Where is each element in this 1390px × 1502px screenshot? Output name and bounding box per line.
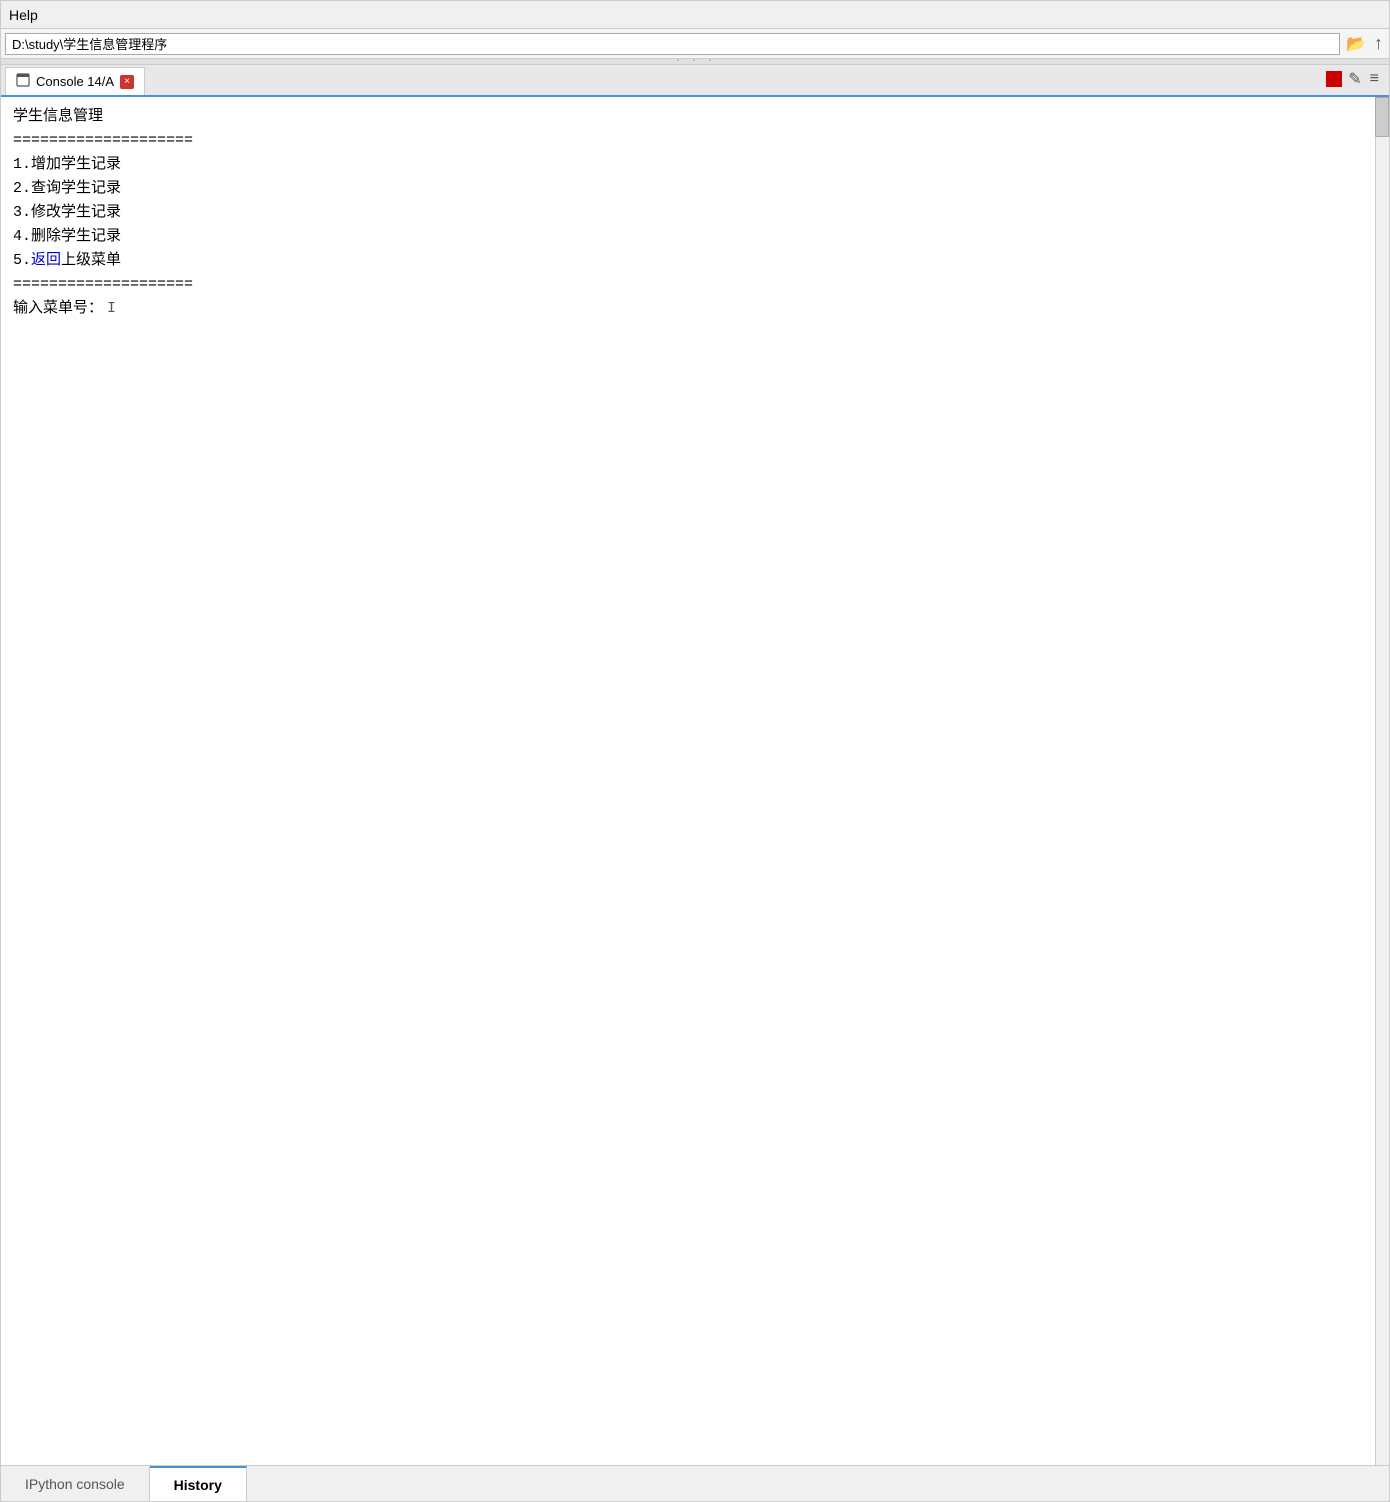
console-line: 3.修改学生记录 bbox=[13, 201, 1369, 225]
menu-bar-title[interactable]: Help bbox=[9, 7, 38, 23]
navigate-up-icon: ↑ bbox=[1374, 33, 1383, 54]
menu-bar: Help bbox=[1, 1, 1389, 29]
navigate-up-button[interactable]: ↑ bbox=[1372, 31, 1385, 56]
path-bar: 📂 ↑ bbox=[1, 29, 1389, 59]
bottom-tab-bar: IPython console History bbox=[1, 1465, 1389, 1501]
main-window: Help 📂 ↑ · · · Console 14/A × bbox=[0, 0, 1390, 1502]
text-cursor: I bbox=[107, 297, 116, 321]
console-content: 学生信息管理====================1.增加学生记录2.查询学生… bbox=[13, 105, 1369, 321]
tab-close-button[interactable]: × bbox=[120, 75, 134, 89]
console-line: 输入菜单号：I bbox=[13, 297, 1369, 321]
console-area[interactable]: 学生信息管理====================1.增加学生记录2.查询学生… bbox=[1, 97, 1389, 1465]
bottom-tab-ipython[interactable]: IPython console bbox=[1, 1466, 150, 1501]
console-tab-label: Console 14/A bbox=[36, 74, 114, 89]
scrollbar-thumb[interactable] bbox=[1375, 97, 1389, 137]
edit-button[interactable]: ✎ bbox=[1346, 67, 1363, 91]
path-input[interactable] bbox=[5, 33, 1340, 55]
open-folder-button[interactable]: 📂 bbox=[1344, 32, 1368, 56]
tab-bar: Console 14/A × ✎ ≡ bbox=[1, 65, 1389, 97]
console-line: ==================== bbox=[13, 129, 1369, 153]
console-line: 4.删除学生记录 bbox=[13, 225, 1369, 249]
console-line: 1.增加学生记录 bbox=[13, 153, 1369, 177]
bottom-tab-history[interactable]: History bbox=[150, 1466, 247, 1501]
open-folder-icon: 📂 bbox=[1346, 34, 1366, 54]
console-tab-icon bbox=[16, 73, 30, 90]
console-line: ==================== bbox=[13, 273, 1369, 297]
menu-button[interactable]: ≡ bbox=[1368, 68, 1381, 90]
console-line: 2.查询学生记录 bbox=[13, 177, 1369, 201]
menu-icon: ≡ bbox=[1370, 70, 1379, 88]
scrollbar-track[interactable] bbox=[1375, 97, 1389, 1465]
close-icon: × bbox=[124, 76, 130, 87]
console-tab[interactable]: Console 14/A × bbox=[5, 67, 145, 95]
edit-icon: ✎ bbox=[1348, 69, 1361, 89]
console-line: 5.返回上级菜单 bbox=[13, 249, 1369, 273]
stop-button[interactable] bbox=[1326, 71, 1342, 87]
console-line: 学生信息管理 bbox=[13, 105, 1369, 129]
bottom-tab-history-label: History bbox=[174, 1477, 222, 1493]
bottom-tab-ipython-label: IPython console bbox=[25, 1476, 125, 1492]
tab-actions: ✎ ≡ bbox=[1326, 67, 1389, 95]
